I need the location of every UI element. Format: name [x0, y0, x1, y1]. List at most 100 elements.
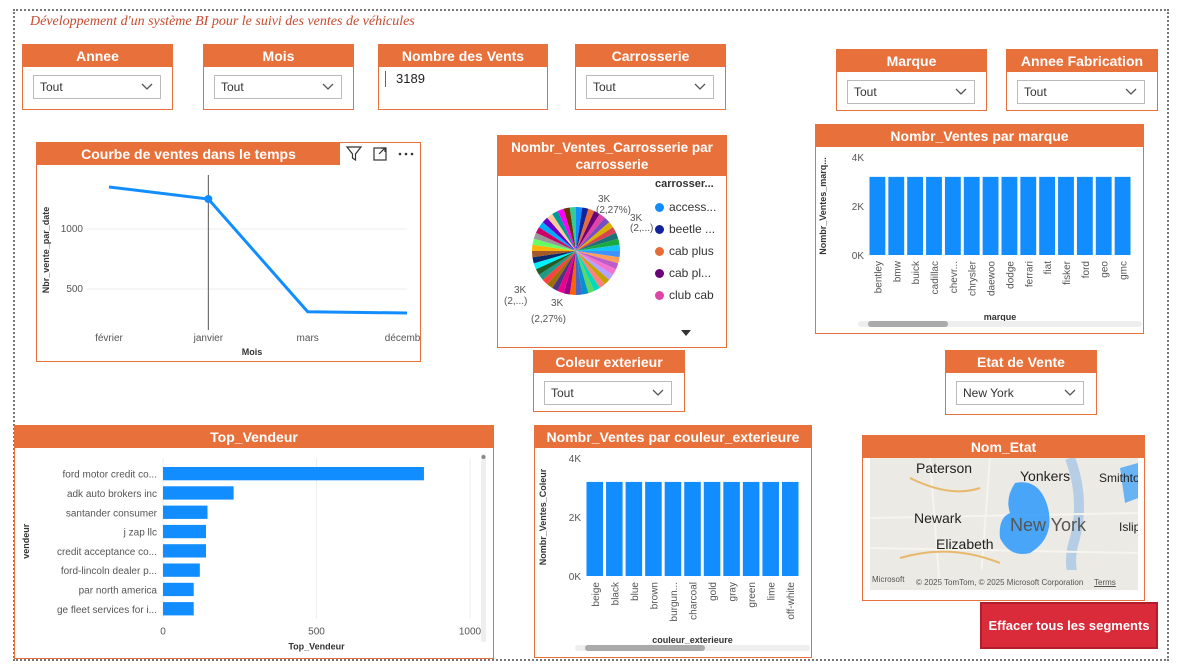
- slicer-carrosserie-dropdown[interactable]: Tout: [586, 75, 714, 99]
- brand-chart-card[interactable]: Nombr_Ventes par marque 4K 2K 0K bentley bmw…: [815, 124, 1144, 334]
- pie-chart-card[interactable]: Nombr_Ventes_Carrosserie par carrosserie…: [497, 135, 727, 348]
- scrollbar-thumb: [585, 645, 705, 651]
- pie-legend-title: carrosser...: [655, 178, 714, 190]
- line-chart-plot: 1000 500 février janvier mars décembre Mois Nbr…: [41, 175, 420, 357]
- bar: [1058, 176, 1074, 255]
- bar: [664, 481, 682, 576]
- map-terms-link[interactable]: Terms: [1094, 578, 1116, 587]
- slicer-annee-fabrication-label: Annee Fabrication: [1007, 50, 1157, 72]
- pie-data-label: 3K: [551, 298, 564, 309]
- bar: [163, 582, 194, 597]
- slicer-carrosserie-label: Carrosserie: [576, 45, 725, 67]
- line-chart-card[interactable]: Courbe de ventes dans le temps 1000 500 fé…: [36, 142, 421, 362]
- x-tick-label: gold: [708, 582, 719, 601]
- filter-icon[interactable]: [342, 143, 366, 165]
- x-tick-label: off-white: [786, 582, 797, 620]
- slicer-marque[interactable]: Marque Tout: [836, 49, 987, 111]
- bar: [1076, 176, 1093, 255]
- slicer-annee-fabrication-dropdown[interactable]: Tout: [1017, 80, 1145, 104]
- slicer-marque-label: Marque: [837, 50, 986, 72]
- x-tick-label: fisker: [1062, 260, 1073, 285]
- bar: [926, 176, 942, 255]
- slicer-annee-dropdown[interactable]: Tout: [33, 75, 161, 99]
- map-view[interactable]: Paterson Yonkers Smithto Newark New York…: [870, 458, 1138, 590]
- bar: [163, 563, 200, 577]
- slicer-carrosserie-value: Tout: [593, 80, 616, 94]
- x-tick-label: bmw: [892, 260, 903, 282]
- color-chart-card[interactable]: Nombr_Ventes par couleur_exterieure 4K 2K…: [534, 425, 812, 658]
- line-chart-title: Courbe de ventes dans le temps: [37, 143, 340, 165]
- bar: [762, 481, 779, 576]
- y-tick-label: 0K: [852, 251, 865, 262]
- y-axis-title: vendeur: [21, 523, 31, 559]
- y-tick-label: ge fleet services for i...: [57, 605, 157, 616]
- y-tick-label: 1000: [61, 224, 84, 235]
- bar: [907, 176, 924, 255]
- chevron-down-icon: [955, 88, 967, 95]
- y-tick-label: j zap llc: [123, 528, 157, 539]
- y-tick-label: 4K: [852, 153, 865, 164]
- y-tick-label: 2K: [852, 202, 865, 213]
- x-axis-title: Mois: [242, 347, 263, 357]
- pie-legend-item[interactable]: access...: [655, 196, 725, 218]
- map-label-islip: Islip: [1119, 520, 1138, 534]
- pie-data-label: 3K: [598, 194, 611, 205]
- card-nombre-ventes-value: 3189: [385, 71, 425, 87]
- bar: [1020, 176, 1037, 255]
- bar: [625, 481, 643, 576]
- card-nombre-ventes: Nombre des Vents 3189: [378, 44, 548, 110]
- slicer-carrosserie[interactable]: Carrosserie Tout: [575, 44, 726, 110]
- more-options-icon[interactable]: [394, 143, 418, 165]
- pie-chart-title: Nombr_Ventes_Carrosserie par carrosserie: [498, 136, 726, 176]
- x-tick-label: blue: [630, 582, 641, 601]
- chevron-down-icon: [652, 389, 664, 396]
- slicer-couleur-dropdown[interactable]: Tout: [544, 381, 672, 405]
- bar: [963, 176, 980, 255]
- slicer-annee-fabrication[interactable]: Annee Fabrication Tout: [1006, 49, 1158, 111]
- clear-all-slicers-button[interactable]: Effacer tous les segments: [980, 602, 1158, 649]
- slicer-annee-fabrication-value: Tout: [1024, 85, 1047, 99]
- slicer-mois-dropdown[interactable]: Tout: [214, 75, 342, 99]
- y-tick-label: 4K: [569, 454, 582, 465]
- x-tick-label: beige: [591, 582, 602, 607]
- x-tick-label: chevr...: [949, 261, 960, 293]
- vendor-chart-plot: 0 500 1000 ford motor credit co... adk auto …: [21, 454, 486, 651]
- slicer-marque-value: Tout: [854, 85, 877, 99]
- pie-data-label: (2,27%): [596, 205, 631, 216]
- bar: [1001, 176, 1018, 255]
- bar: [684, 481, 701, 576]
- pie-legend-item[interactable]: cab pl...: [655, 262, 725, 284]
- slicer-marque-dropdown[interactable]: Tout: [847, 80, 975, 104]
- y-tick-label: 500: [66, 284, 83, 295]
- chevron-down-icon: [1064, 389, 1076, 396]
- slicer-etat-value: New York: [963, 386, 1014, 400]
- bar: [1114, 176, 1131, 255]
- slicer-mois[interactable]: Mois Tout: [203, 44, 354, 110]
- slicer-couleur[interactable]: Coleur exterieur Tout: [533, 350, 685, 412]
- y-tick-label: 2K: [569, 513, 582, 524]
- pie-data-label: (2,...): [630, 223, 653, 234]
- map-label-newark: Newark: [914, 510, 962, 526]
- slicer-mois-label: Mois: [204, 45, 353, 67]
- pie-legend-item[interactable]: cab plus: [655, 240, 725, 262]
- focus-mode-icon[interactable]: [368, 143, 392, 165]
- map-label-paterson: Paterson: [916, 460, 973, 476]
- slicer-annee-label: Annee: [23, 45, 172, 67]
- bar: [1039, 176, 1056, 255]
- slicer-couleur-label: Coleur exterieur: [534, 351, 684, 373]
- legend-color-dot: [655, 290, 664, 300]
- bar: [703, 481, 721, 576]
- vendor-chart-card[interactable]: Top_Vendeur 0 500 1000 ford motor credit co…: [14, 425, 494, 659]
- brand-chart-plot: 4K 2K 0K bentley bmw buick cadillac chevr... chr…: [818, 153, 1142, 327]
- pie-legend-item[interactable]: beetle ...: [655, 218, 725, 240]
- series-line: [108, 185, 408, 315]
- pie-legend: carrosser... access... beetle ... cab plus…: [655, 178, 725, 336]
- y-axis-title: Nombr_Ventes_Coleur: [538, 468, 548, 565]
- legend-scroll-down-icon[interactable]: [681, 330, 691, 338]
- slicer-annee[interactable]: Annee Tout: [22, 44, 173, 110]
- slicer-etat-dropdown[interactable]: New York: [956, 381, 1084, 405]
- pie-legend-item[interactable]: club cab: [655, 284, 725, 306]
- x-tick-label: 500: [308, 626, 325, 637]
- slicer-etat[interactable]: Etat de Vente New York: [945, 350, 1097, 415]
- x-tick-label: geo: [1100, 261, 1111, 278]
